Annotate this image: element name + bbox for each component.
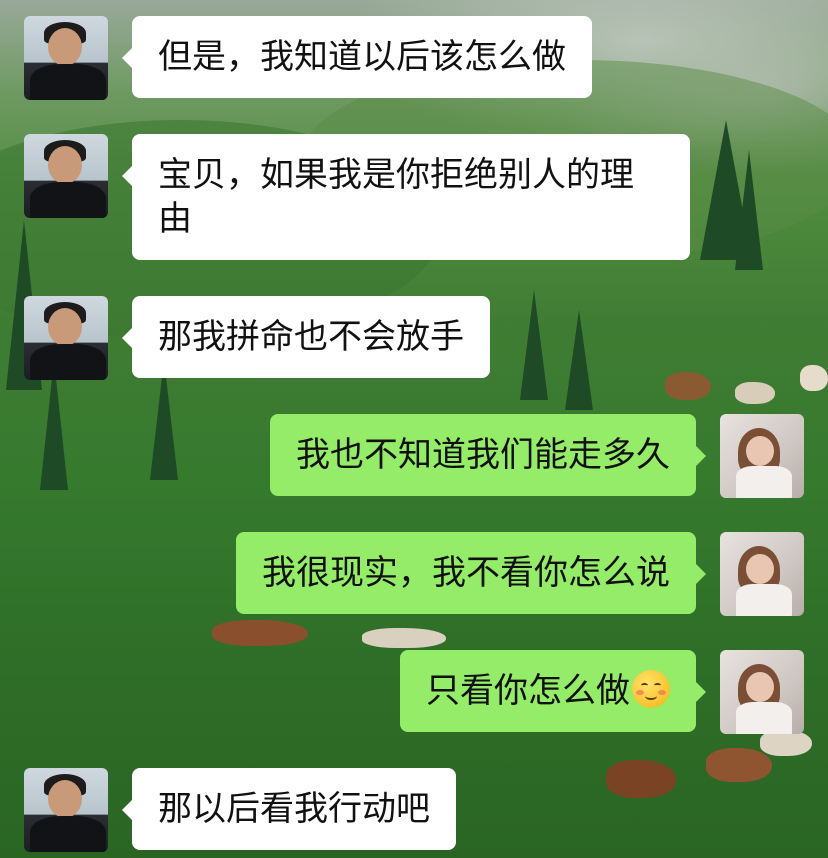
girl-avatar[interactable] [720,650,804,734]
message-bubble-incoming[interactable]: 那我拼命也不会放手 [122,296,490,378]
boy-avatar[interactable] [24,296,108,380]
message-row: 我也不知道我们能走多久 [270,414,804,498]
boy-avatar[interactable] [24,16,108,100]
message-text: 那我拼命也不会放手 [158,317,464,357]
message-row: 但是，我知道以后该怎么做 [24,16,592,100]
message-bubble-outgoing[interactable]: 只看你怎么做 [400,650,706,732]
boy-avatar[interactable] [24,768,108,852]
message-row: 那以后看我行动吧 [24,768,456,852]
message-text: 只看你怎么做 [426,671,630,711]
message-text: 但是，我知道以后该怎么做 [158,37,566,77]
smiling-face-emoji [632,670,670,708]
message-bubble-outgoing[interactable]: 我很现实，我不看你怎么说 [236,532,706,614]
message-bubble-outgoing[interactable]: 我也不知道我们能走多久 [270,414,706,496]
message-row: 我很现实，我不看你怎么说 [236,532,804,616]
girl-avatar[interactable] [720,532,804,616]
girl-avatar[interactable] [720,414,804,498]
message-text: 那以后看我行动吧 [158,789,430,829]
message-text: 宝贝，如果我是你拒绝别人的理由 [158,155,634,239]
message-row: 只看你怎么做 [400,650,804,734]
message-text: 我也不知道我们能走多久 [296,435,670,475]
message-bubble-incoming[interactable]: 但是，我知道以后该怎么做 [122,16,592,98]
message-row: 宝贝，如果我是你拒绝别人的理由 [24,134,690,260]
message-bubble-incoming[interactable]: 那以后看我行动吧 [122,768,456,850]
message-row: 那我拼命也不会放手 [24,296,490,380]
message-bubble-incoming[interactable]: 宝贝，如果我是你拒绝别人的理由 [122,134,690,260]
message-text: 我很现实，我不看你怎么说 [262,553,670,593]
boy-avatar[interactable] [24,134,108,218]
